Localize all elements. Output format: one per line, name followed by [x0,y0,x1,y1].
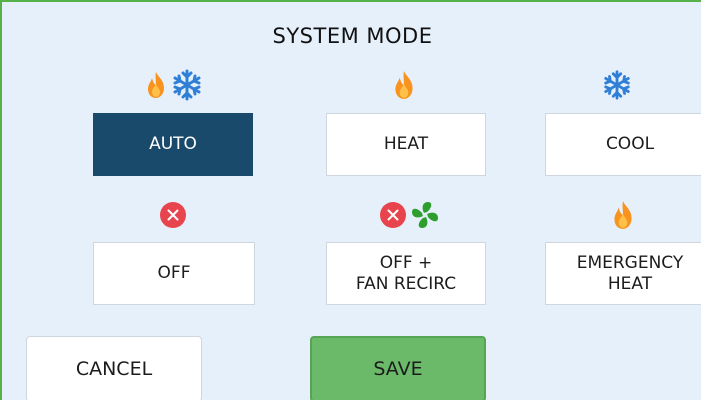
mode-auto-button[interactable]: AUTO [93,113,253,176]
save-button[interactable]: SAVE [310,336,486,400]
system-mode-screen: SYSTEM MODE AUTO HEAT COOL OFF OFF + FAN… [0,0,701,400]
flame-icon [145,71,167,99]
cancel-button[interactable]: CANCEL [26,336,202,400]
mode-heat-button[interactable]: HEAT [326,113,486,176]
page-title: SYSTEM MODE [272,24,433,48]
off-x-icon [379,201,407,229]
auto-mode-icons [139,68,209,102]
cool-mode-icons [597,70,637,100]
emergency-heat-mode-icons [605,200,641,230]
off-x-icon [159,201,187,229]
heat-mode-icons [386,70,422,100]
off-fan-mode-icons [371,200,447,230]
off-mode-icons [153,200,193,230]
mode-emergency-heat-button[interactable]: EMERGENCY HEAT [545,242,701,305]
mode-cool-button[interactable]: COOL [545,113,701,176]
mode-off-fan-recirc-button[interactable]: OFF + FAN RECIRC [326,242,486,305]
fan-icon [410,200,440,230]
mode-off-button[interactable]: OFF [93,242,255,305]
snowflake-icon [170,68,204,102]
flame-icon [611,200,635,230]
flame-icon [392,70,416,100]
snowflake-icon [601,69,633,101]
